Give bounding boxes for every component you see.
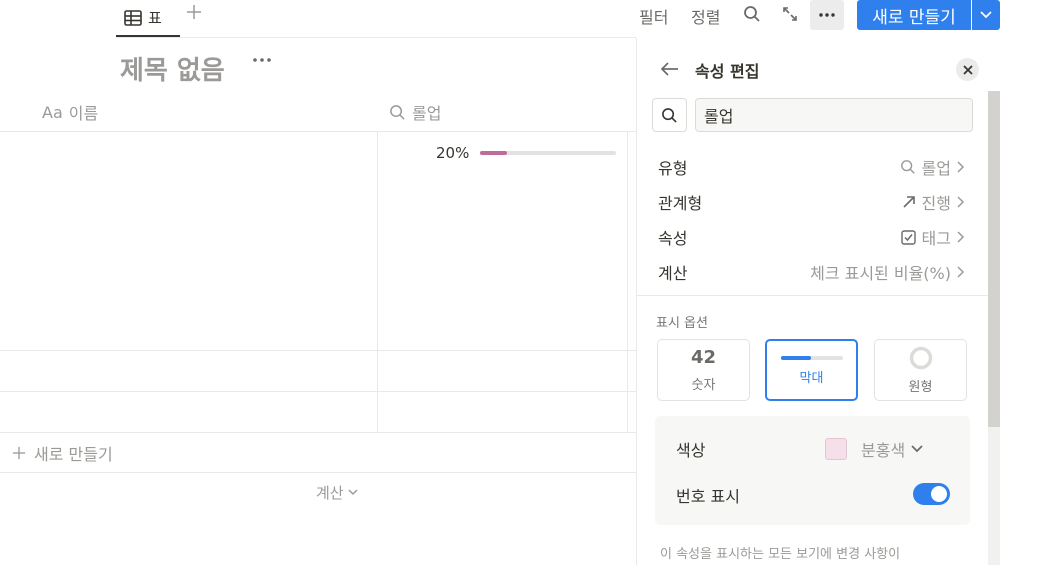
display-option-ring[interactable]: 원형 [874, 339, 967, 401]
property-row-label: 계산 [658, 264, 688, 283]
toolbar-divider [116, 37, 636, 38]
display-option-label: 숫자 [691, 378, 716, 393]
column-header-rollup[interactable]: 롤업 [389, 100, 441, 124]
column-header-label: 롤업 [412, 104, 442, 123]
color-select[interactable]: 분홍색 [861, 437, 923, 461]
checkbox-icon [900, 229, 916, 245]
chevron-right-icon [957, 231, 965, 243]
row-divider [0, 350, 636, 351]
table-icon [124, 9, 142, 26]
color-swatch[interactable] [825, 438, 847, 460]
column-header-label: 이름 [68, 104, 99, 123]
column-header-name[interactable]: Aa 이름 [42, 100, 98, 124]
property-value-text: 진행 [921, 194, 951, 213]
display-option-label: 원형 [908, 379, 933, 395]
more-options-button[interactable] [810, 0, 844, 30]
chevron-down-icon [911, 445, 923, 453]
search-icon[interactable] [740, 2, 764, 26]
property-type-icon-button[interactable] [652, 98, 687, 132]
row-divider [0, 432, 636, 433]
column-divider [377, 132, 378, 432]
panel-scrollbar-thumb[interactable] [988, 91, 1000, 427]
color-label: 색상 [676, 441, 706, 460]
color-value: 분홍색 [861, 441, 906, 460]
new-row-button[interactable]: 새로 만들기 [12, 441, 113, 465]
plus-icon [12, 446, 26, 460]
column-divider [627, 132, 628, 432]
toggle-knob [931, 486, 947, 502]
new-dropdown-button[interactable] [972, 0, 1000, 30]
property-row-value[interactable]: 롤업 [900, 155, 965, 179]
property-value-text: 롤업 [921, 159, 951, 178]
display-option-number[interactable]: 42 숫자 [657, 339, 750, 401]
show-number-label: 번호 표시 [676, 487, 740, 506]
page-title[interactable]: 제목 없음 [120, 50, 225, 87]
chevron-right-icon [957, 196, 965, 208]
search-icon [389, 104, 406, 121]
expand-icon[interactable] [778, 2, 802, 26]
display-option-label: 막대 [799, 370, 824, 386]
property-row-label: 속성 [658, 229, 688, 248]
row-divider [0, 472, 636, 473]
property-row-value[interactable]: 진행 [902, 190, 965, 214]
show-number-toggle[interactable] [913, 483, 950, 505]
new-button[interactable]: 새로 만들기 [857, 0, 971, 30]
chevron-right-icon [957, 266, 965, 278]
new-row-label: 새로 만들기 [34, 445, 113, 464]
chevron-down-icon [348, 489, 358, 496]
filter-button[interactable]: 필터 [639, 4, 668, 28]
property-name-input[interactable] [695, 98, 973, 132]
property-row-label: 유형 [658, 159, 688, 178]
ring-sample-icon [909, 346, 933, 370]
property-row-value[interactable]: 태그 [900, 225, 965, 249]
text-type-icon: Aa [42, 102, 63, 122]
rollup-progress-bar [480, 151, 616, 155]
title-more-icon[interactable] [252, 58, 272, 62]
table-row-name-cell[interactable] [0, 132, 377, 350]
sort-button[interactable]: 정렬 [691, 4, 720, 28]
chevron-down-icon [980, 11, 992, 19]
search-icon [900, 159, 916, 175]
display-option-bar[interactable]: 막대 [765, 339, 858, 401]
panel-footnote: 이 속성을 표시하는 모든 보기에 변경 사항이 [660, 547, 901, 562]
property-row-label: 관계형 [658, 194, 703, 213]
more-dots-icon [819, 13, 835, 17]
search-icon [661, 107, 678, 124]
rollup-progress-fill [480, 151, 508, 155]
property-value-text: 체크 표시된 비율(%) [810, 264, 951, 283]
arrow-up-right-icon [902, 195, 916, 209]
close-panel-button[interactable] [956, 58, 979, 81]
display-options-label: 표시 옵션 [656, 316, 708, 331]
calculate-label: 계산 [316, 484, 344, 502]
property-row-value[interactable]: 체크 표시된 비율(%) [810, 260, 965, 284]
property-value-text: 태그 [921, 229, 951, 248]
bar-sample-icon [780, 355, 843, 361]
back-arrow-icon[interactable] [660, 60, 680, 78]
panel-title: 속성 편집 [695, 62, 760, 81]
close-icon [962, 64, 973, 75]
chevron-right-icon [957, 161, 965, 173]
row-divider [0, 391, 636, 392]
calculate-button[interactable]: 계산 [316, 482, 358, 503]
bar-settings-box [655, 416, 970, 525]
add-view-plus-icon[interactable] [186, 4, 206, 24]
panel-divider [637, 295, 988, 296]
tab-label: 표 [148, 9, 162, 27]
number-sample-text: 42 [690, 347, 717, 368]
rollup-percent-label: 20% [436, 144, 470, 162]
tab-table-view[interactable]: 표 [116, 0, 180, 37]
